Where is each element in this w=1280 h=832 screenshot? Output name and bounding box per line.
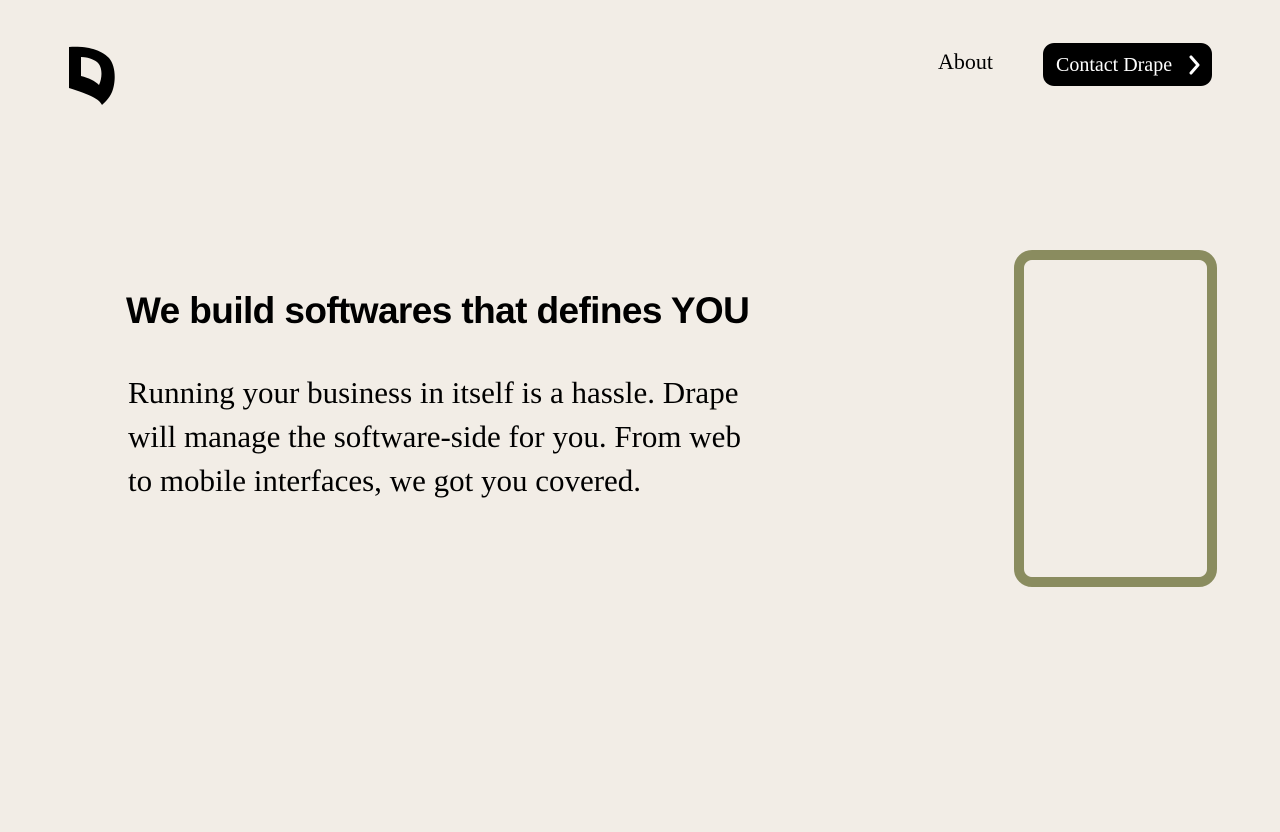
hero-title: We build softwares that defines YOU <box>126 290 750 331</box>
drape-logo-icon[interactable] <box>69 46 115 105</box>
contact-button-label: Contact Drape <box>1056 53 1173 76</box>
nav-about-link[interactable]: About <box>938 48 993 76</box>
contact-drape-button[interactable]: Contact Drape <box>1043 43 1212 86</box>
chevron-right-icon <box>1189 55 1200 75</box>
device-frame-illustration <box>1014 250 1217 587</box>
hero-description: Running your business in itself is a has… <box>128 375 741 498</box>
